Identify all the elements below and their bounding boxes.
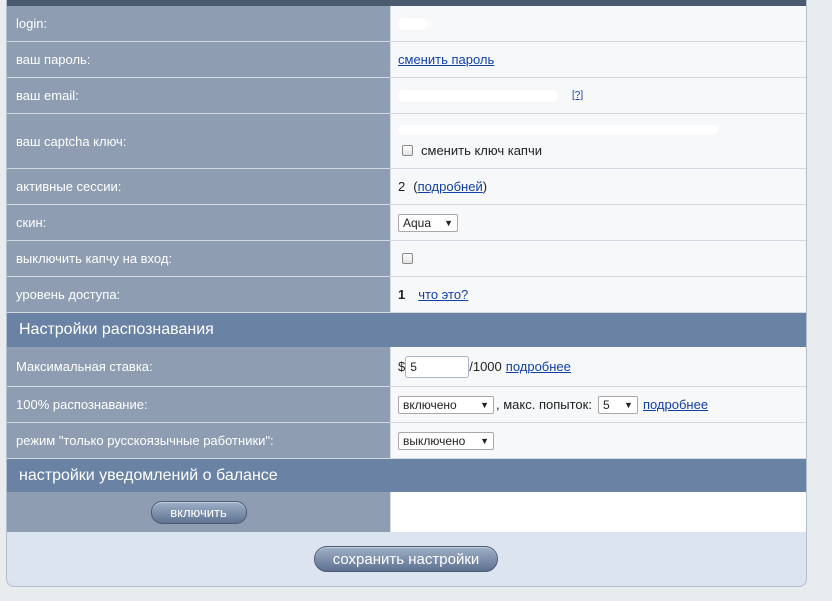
full-recognition-selected: включено	[403, 397, 457, 412]
disable-captcha-row: выключить капчу на вход:	[7, 241, 806, 277]
skin-row: скин: Aqua ▼	[7, 205, 806, 241]
max-bid-details-link[interactable]: подробнее	[506, 359, 571, 374]
russian-only-selected: выключено	[403, 433, 466, 448]
recognition-section-header: Настройки распознавания	[7, 313, 806, 347]
email-help-link[interactable]: [?]	[572, 90, 583, 101]
email-label: ваш email:	[7, 78, 391, 113]
max-attempts-label: , макс. попыток:	[496, 397, 592, 412]
settings-panel: login: ваш пароль: сменить пароль ваш em…	[6, 0, 807, 587]
access-level-row: уровень доступа: 1 что это?	[7, 277, 806, 313]
save-settings-button[interactable]: сохранить настройки	[314, 546, 498, 572]
email-value: [?]	[391, 78, 806, 113]
skin-selected: Aqua	[403, 215, 432, 230]
skin-label: скин:	[7, 205, 391, 240]
change-password-link[interactable]: сменить пароль	[398, 52, 494, 67]
max-attempts-selected: 5	[602, 397, 610, 412]
sessions-details-link[interactable]: подробней	[418, 179, 483, 194]
email-redacted	[398, 89, 558, 102]
russian-only-row: режим "только русскоязычные работники": …	[7, 423, 806, 459]
max-attempts-select[interactable]: 5 ▼	[597, 395, 638, 414]
balance-empty-cell	[391, 492, 806, 532]
disable-captcha-label: выключить капчу на вход:	[7, 241, 391, 276]
max-bid-label: Максимальная ставка:	[7, 347, 391, 386]
login-label: login:	[7, 6, 391, 41]
access-level-label: уровень доступа:	[7, 277, 391, 312]
chevron-down-icon: ▼	[480, 399, 489, 410]
chevron-down-icon: ▼	[624, 399, 633, 410]
russian-only-value: выключено ▼	[391, 423, 806, 458]
password-value: сменить пароль	[391, 42, 806, 77]
email-row: ваш email: [?]	[7, 78, 806, 114]
sessions-value: 2 (подробней)	[391, 169, 806, 204]
captcha-key-row: ваш captcha ключ: сменить ключ капчи	[7, 114, 806, 169]
balance-section-header: настройки уведомлений о балансе	[7, 459, 806, 492]
chevron-down-icon: ▼	[480, 435, 489, 446]
login-redacted	[398, 17, 428, 30]
enable-notifications-button[interactable]: включить	[150, 500, 247, 524]
skin-select[interactable]: Aqua ▼	[398, 213, 458, 232]
login-row: login:	[7, 6, 806, 42]
max-bid-value: $ 5 /1000 подробнее	[391, 347, 806, 386]
password-row: ваш пароль: сменить пароль	[7, 42, 806, 78]
password-label: ваш пароль:	[7, 42, 391, 77]
change-captcha-key-label: сменить ключ капчи	[421, 142, 542, 158]
access-level-info-link[interactable]: что это?	[418, 287, 468, 302]
captcha-key-redacted	[398, 124, 718, 135]
max-bid-input[interactable]: 5	[405, 355, 470, 378]
balance-button-cell: включить	[7, 492, 391, 532]
skin-value: Aqua ▼	[391, 205, 806, 240]
captcha-key-value: сменить ключ капчи	[391, 114, 806, 168]
sessions-count: 2	[398, 179, 406, 194]
sessions-close-paren: )	[482, 179, 488, 194]
change-captcha-key-checkbox[interactable]	[402, 144, 413, 156]
balance-row: включить	[7, 492, 806, 532]
full-recognition-row: 100% распознавание: включено ▼ , макс. п…	[7, 387, 806, 423]
sessions-row: активные сессии: 2 (подробней)	[7, 169, 806, 205]
chevron-down-icon: ▼	[444, 217, 453, 228]
full-recognition-details-link[interactable]: подробнее	[643, 397, 708, 412]
full-recognition-value: включено ▼ , макс. попыток: 5 ▼ подробне…	[391, 387, 806, 422]
access-level-value: 1 что это?	[391, 277, 806, 312]
max-bid-row: Максимальная ставка: $ 5 /1000 подробнее	[7, 347, 806, 387]
access-level-number: 1	[398, 287, 406, 302]
sessions-label: активные сессии:	[7, 169, 391, 204]
disable-captcha-checkbox[interactable]	[402, 253, 413, 264]
full-recognition-select[interactable]: включено ▼	[398, 395, 494, 414]
change-captcha-key-option[interactable]: сменить ключ капчи	[398, 143, 542, 158]
russian-only-label: режим "только русскоязычные работники":	[7, 423, 391, 458]
full-recognition-label: 100% распознавание:	[7, 387, 391, 422]
currency-symbol: $	[398, 359, 406, 374]
russian-only-select[interactable]: выключено ▼	[398, 431, 494, 450]
max-bid-suffix: /1000	[469, 359, 502, 374]
captcha-key-label: ваш captcha ключ:	[7, 114, 391, 168]
login-value	[391, 6, 806, 41]
disable-captcha-value	[391, 241, 806, 276]
